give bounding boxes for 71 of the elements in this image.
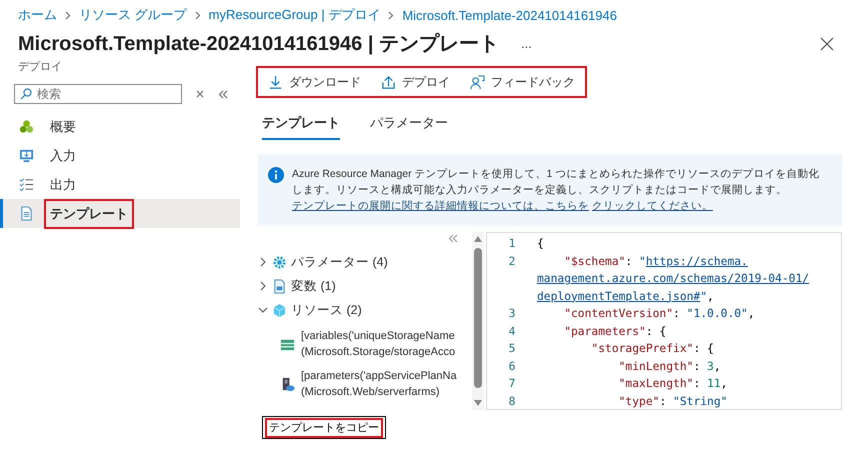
clear-icon[interactable]: [196, 90, 204, 98]
sidebar-item[interactable]: 入力: [0, 141, 240, 170]
search-icon: [20, 88, 32, 100]
line-number: 8: [508, 394, 516, 408]
line-number: 7: [508, 377, 516, 390]
download-icon: [268, 74, 283, 90]
tree-item[interactable]: リソース (2): [258, 298, 472, 322]
collapse-icon[interactable]: [448, 234, 458, 243]
sidebar-item[interactable]: 概要: [0, 112, 240, 141]
tab[interactable]: テンプレート: [262, 114, 340, 140]
close-icon[interactable]: [820, 36, 834, 50]
sidebar-item[interactable]: テンプレート: [0, 199, 240, 228]
line-number: 6: [508, 360, 516, 373]
sidebar-item[interactable]: 出力: [0, 170, 240, 199]
chevron-icon: [258, 305, 268, 315]
toolbar-button[interactable]: フィードバック: [470, 72, 575, 92]
document-icon: [19, 206, 34, 221]
code-line: "contentVersion": "1.0.0.0",: [563, 307, 755, 320]
line-number: 3: [508, 307, 516, 320]
cube-icon: [272, 302, 287, 318]
page-subtitle: デプロイ: [17, 60, 63, 74]
info-icon: [268, 167, 284, 183]
code-line: "type": "String": [618, 394, 728, 408]
tree-item[interactable]: [parameters('appServicePlanNa (Microsoft.Web/serverfarms): [258, 362, 472, 402]
breadcrumb-link[interactable]: Microsoft.Template-20241014161946: [402, 8, 617, 22]
line-number: 2: [508, 254, 516, 268]
scrollbar[interactable]: [472, 232, 484, 410]
breadcrumb-link[interactable]: ホーム: [18, 6, 57, 24]
checklist-icon: [19, 177, 34, 192]
page-title: Microsoft.Template-20241014161946 | テンプレート: [18, 32, 499, 57]
tab[interactable]: パラメーター: [370, 114, 448, 140]
code-line: "$schema": "https://schema.: [563, 254, 748, 268]
info-link[interactable]: クリックしてください。: [592, 200, 713, 212]
line-number: 4: [508, 324, 516, 338]
info-link[interactable]: テンプレートの展開に関する詳細情報については、こちらを: [292, 200, 589, 212]
code-line: "minLength": 3,: [618, 360, 721, 373]
tree-item[interactable]: 変数 (1): [258, 274, 472, 298]
code-editor[interactable]: [486, 232, 842, 410]
chevron-icon: [258, 281, 268, 291]
document-icon: [272, 278, 287, 294]
chevron-icon: [388, 10, 394, 20]
chevron-icon: [194, 10, 201, 20]
more-button[interactable]: ...: [520, 36, 532, 51]
chevron-icon: [65, 10, 71, 20]
tree-item[interactable]: パラメーター (4): [258, 250, 472, 274]
code-line: deploymentTemplate.json#",: [537, 290, 714, 303]
code-line: "storagePrefix": {: [590, 342, 714, 356]
search-field[interactable]: 検索: [14, 84, 182, 104]
toolbar-button[interactable]: ダウンロード: [268, 72, 361, 92]
code-line: {: [537, 237, 544, 250]
breadcrumb-link[interactable]: myResourceGroup | デプロイ: [208, 6, 380, 24]
chevron-icon: [258, 257, 268, 267]
person-icon: [470, 74, 485, 90]
code-line: management.azure.com/schemas/2019-04-01/: [537, 272, 810, 286]
copy-button[interactable]: テンプレートをコピー: [262, 416, 386, 439]
breadcrumb-link[interactable]: リソース グループ: [79, 6, 187, 24]
scroll-down-icon[interactable]: [474, 400, 482, 406]
toolbar-button[interactable]: デプロイ: [381, 72, 450, 92]
scroll-up-icon[interactable]: [474, 236, 482, 242]
tree-item[interactable]: [variables('uniqueStorageName (Microsoft.Storage/storageAcco: [258, 322, 472, 362]
circles-icon: [19, 119, 34, 134]
line-number: 1: [508, 237, 516, 250]
collapse-icon[interactable]: [218, 90, 228, 98]
upload-icon: [381, 74, 396, 90]
server-icon: [280, 376, 295, 392]
code-line: "maxLength": 11,: [618, 377, 728, 390]
code-line: "parameters": {: [563, 324, 666, 338]
line-number: 5: [508, 342, 516, 356]
gear-icon: [272, 254, 287, 270]
monitor-icon: [19, 148, 34, 163]
info-text: Azure Resource Manager テンプレートを使用して、1 つにまとめられた操作でリソースのデプロイを自動化します。リソースと構成可能な入力パラメーターを定義し、スクリプトまたはコードで展開します。 テンプレートの展開に関する詳細情報については、こちらを クリックしてください。: [292, 167, 820, 214]
